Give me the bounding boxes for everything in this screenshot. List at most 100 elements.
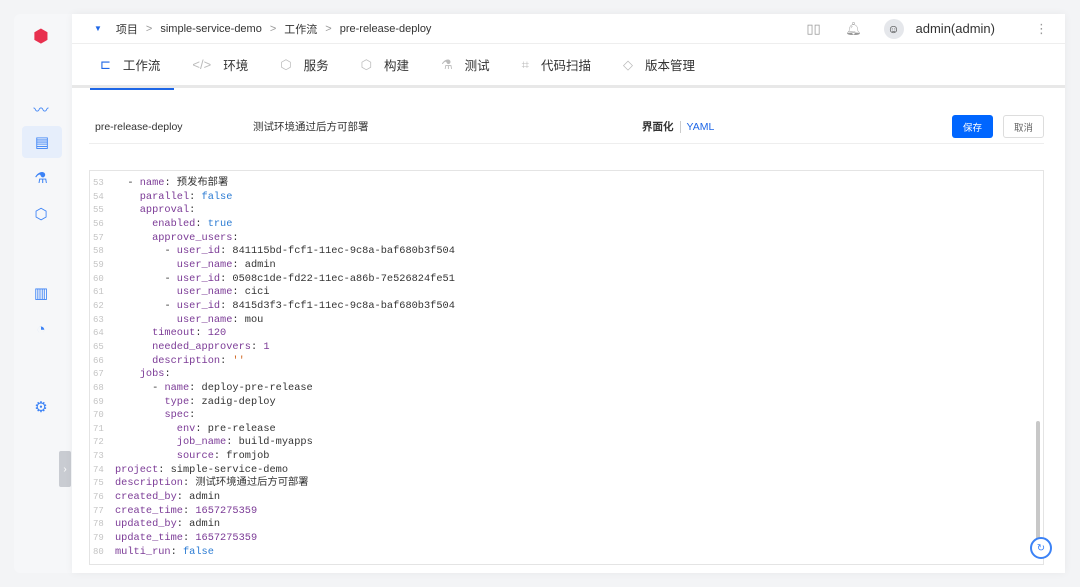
line-number: 72 xyxy=(93,437,104,448)
yaml-value: 841115bd-fcf1-11ec-9c8a-baf680b3f504 xyxy=(232,245,455,258)
line-number: 62 xyxy=(93,300,104,311)
line-number: 64 xyxy=(93,328,104,339)
code-line: 71 env: pre-release xyxy=(90,423,1035,437)
yaml-key: create_time xyxy=(115,504,183,517)
code-line: 65 needed_approvers: 1 xyxy=(90,341,1035,355)
package-icon[interactable]: ⬡ xyxy=(28,201,54,227)
tab-label: 代码扫描 xyxy=(540,59,591,73)
code-line: 55 approval: xyxy=(90,204,1035,218)
zadig-logo-icon[interactable]: ⬢ xyxy=(33,26,49,47)
yaml-value: fromjob xyxy=(226,450,270,463)
line-number: 61 xyxy=(93,287,104,298)
book-icon[interactable]: ▯▯ xyxy=(794,21,834,37)
line-number: 73 xyxy=(93,451,104,462)
top-bar: ▼ 项目 > simple-service-demo > 工作流 > pre-rele… xyxy=(72,14,1065,44)
line-number: 69 xyxy=(93,396,104,407)
monitor-icon[interactable]: 〰 xyxy=(28,96,54,122)
workflow-name: pre-release-deploy xyxy=(95,120,183,133)
yaml-key: approve_users xyxy=(152,231,233,244)
yaml-key: approval xyxy=(139,204,190,217)
tab-5[interactable]: ⌗ 代码扫描 xyxy=(512,43,605,87)
help-button[interactable]: ↻ xyxy=(1030,537,1052,559)
code-line: 59 user_name: admin xyxy=(90,259,1035,273)
yaml-key: type xyxy=(164,395,190,408)
cancel-button[interactable]: 取消 xyxy=(1003,115,1044,138)
line-number: 80 xyxy=(93,546,104,557)
line-number: 54 xyxy=(93,191,104,202)
tab-icon: ⚗ xyxy=(440,56,453,72)
yaml-key: source xyxy=(176,450,214,463)
sidebar: ⬢ 〰 ▤ ⚗ ⬡ ▥ ◔ ⚙ xyxy=(14,14,72,573)
tab-4[interactable]: ⚗ 测试 xyxy=(431,43,504,87)
line-number: 78 xyxy=(93,519,104,530)
editor-scrollbar[interactable] xyxy=(1036,421,1040,541)
line-number: 68 xyxy=(93,382,104,393)
yaml-value: false xyxy=(182,545,214,558)
yaml-value: zadig-deploy xyxy=(201,395,276,408)
tab-label: 构建 xyxy=(383,59,409,73)
tab-1[interactable]: </> 环境 xyxy=(182,43,262,87)
code-line: 79 update_time: 1657275359 xyxy=(90,532,1035,546)
code-line: 62 - user_id: 8415d3f3-fcf1-11ec-9c8a-ba… xyxy=(90,300,1035,314)
yaml-value: '' xyxy=(232,354,245,367)
yaml-key: enabled xyxy=(152,217,196,230)
code-line: 60 - user_id: 0508c1de-fd22-11ec-a86b-7e… xyxy=(90,273,1035,287)
bell-icon[interactable]: 🔔︎ xyxy=(834,21,874,37)
line-number: 55 xyxy=(93,205,104,216)
yaml-value: simple-service-demo xyxy=(170,463,289,476)
line-number: 53 xyxy=(93,178,104,188)
project-pm-icon[interactable]: ▤ xyxy=(22,126,62,158)
caret-down-icon[interactable]: ▼ xyxy=(94,24,102,33)
more-icon[interactable]: ⋮ xyxy=(1035,21,1048,37)
tab-3[interactable]: ⬡ 构建 xyxy=(351,43,423,87)
yaml-value: false xyxy=(201,190,233,203)
line-number: 56 xyxy=(93,218,104,229)
avatar[interactable]: ☺ xyxy=(883,18,904,39)
code-line: 53 - name: 预发布部署 xyxy=(90,177,1035,191)
sidebar-collapse-button[interactable]: › xyxy=(59,451,71,487)
tab-2[interactable]: ⬡ 服务 xyxy=(270,43,342,87)
line-number: 67 xyxy=(93,369,104,380)
yaml-value: deploy-pre-release xyxy=(201,381,313,394)
code-line: 74 project: simple-service-demo xyxy=(90,464,1035,478)
code-line: 61 user_name: cici xyxy=(90,286,1035,300)
line-number: 75 xyxy=(93,478,104,489)
flask-icon[interactable]: ⚗ xyxy=(28,165,54,191)
yaml-value: 预发布部署 xyxy=(176,177,229,189)
tab-label: 工作流 xyxy=(122,59,161,73)
yaml-value: 1 xyxy=(263,340,270,353)
line-number: 60 xyxy=(93,273,104,284)
dashboard-icon[interactable]: ▥ xyxy=(28,280,54,306)
tab-label: 环境 xyxy=(223,59,249,73)
code-line: 72 job_name: build-myapps xyxy=(90,436,1035,450)
mode-ui-option[interactable]: 界面化 xyxy=(642,119,674,134)
line-number: 76 xyxy=(93,492,104,503)
save-button[interactable]: 保存 xyxy=(952,115,993,138)
breadcrumb-item[interactable]: 项目 xyxy=(116,21,138,37)
settings-icon[interactable]: ⚙ xyxy=(28,394,54,420)
line-number: 63 xyxy=(93,314,104,325)
tab-bar: ⊏ 工作流 </> 环境 ⬡ 服务 ⬡ 构建 ⚗ 测试 ⌗ 代码扫描 ◇ 版本管理 xyxy=(72,43,1065,90)
tab-label: 测试 xyxy=(464,59,490,73)
pie-chart-icon[interactable]: ◔ xyxy=(28,316,54,342)
yaml-editor[interactable]: 53 - name: 预发布部署 54 parallel: false 55 app… xyxy=(89,170,1044,565)
yaml-key: user_id xyxy=(176,245,221,258)
yaml-value: admin xyxy=(189,518,221,531)
code-line: 68 - name: deploy-pre-release xyxy=(90,382,1035,396)
yaml-value: 8415d3f3-fcf1-11ec-9c8a-baf680b3f504 xyxy=(232,299,455,312)
breadcrumb-item[interactable]: simple-service-demo xyxy=(160,23,261,35)
yaml-key: needed_approvers xyxy=(152,340,251,353)
list-dash: - xyxy=(164,245,177,258)
workflow-toolbar: pre-release-deploy 测试环境通过后方可部署 界面化 YAML … xyxy=(89,110,1044,144)
yaml-key: user_name xyxy=(176,286,233,299)
tab-label: 版本管理 xyxy=(645,59,696,73)
breadcrumb-item[interactable]: 工作流 xyxy=(284,21,317,37)
mode-yaml-option[interactable]: YAML xyxy=(687,121,715,133)
tab-6[interactable]: ◇ 版本管理 xyxy=(613,43,709,87)
yaml-key: multi_run xyxy=(115,545,171,558)
yaml-value: 1657275359 xyxy=(195,504,258,517)
yaml-key: timeout xyxy=(152,327,196,340)
user-name[interactable]: admin(admin) xyxy=(916,21,995,36)
tab-0[interactable]: ⊏ 工作流 xyxy=(90,43,175,90)
code-line: 78 updated_by: admin xyxy=(90,518,1035,532)
